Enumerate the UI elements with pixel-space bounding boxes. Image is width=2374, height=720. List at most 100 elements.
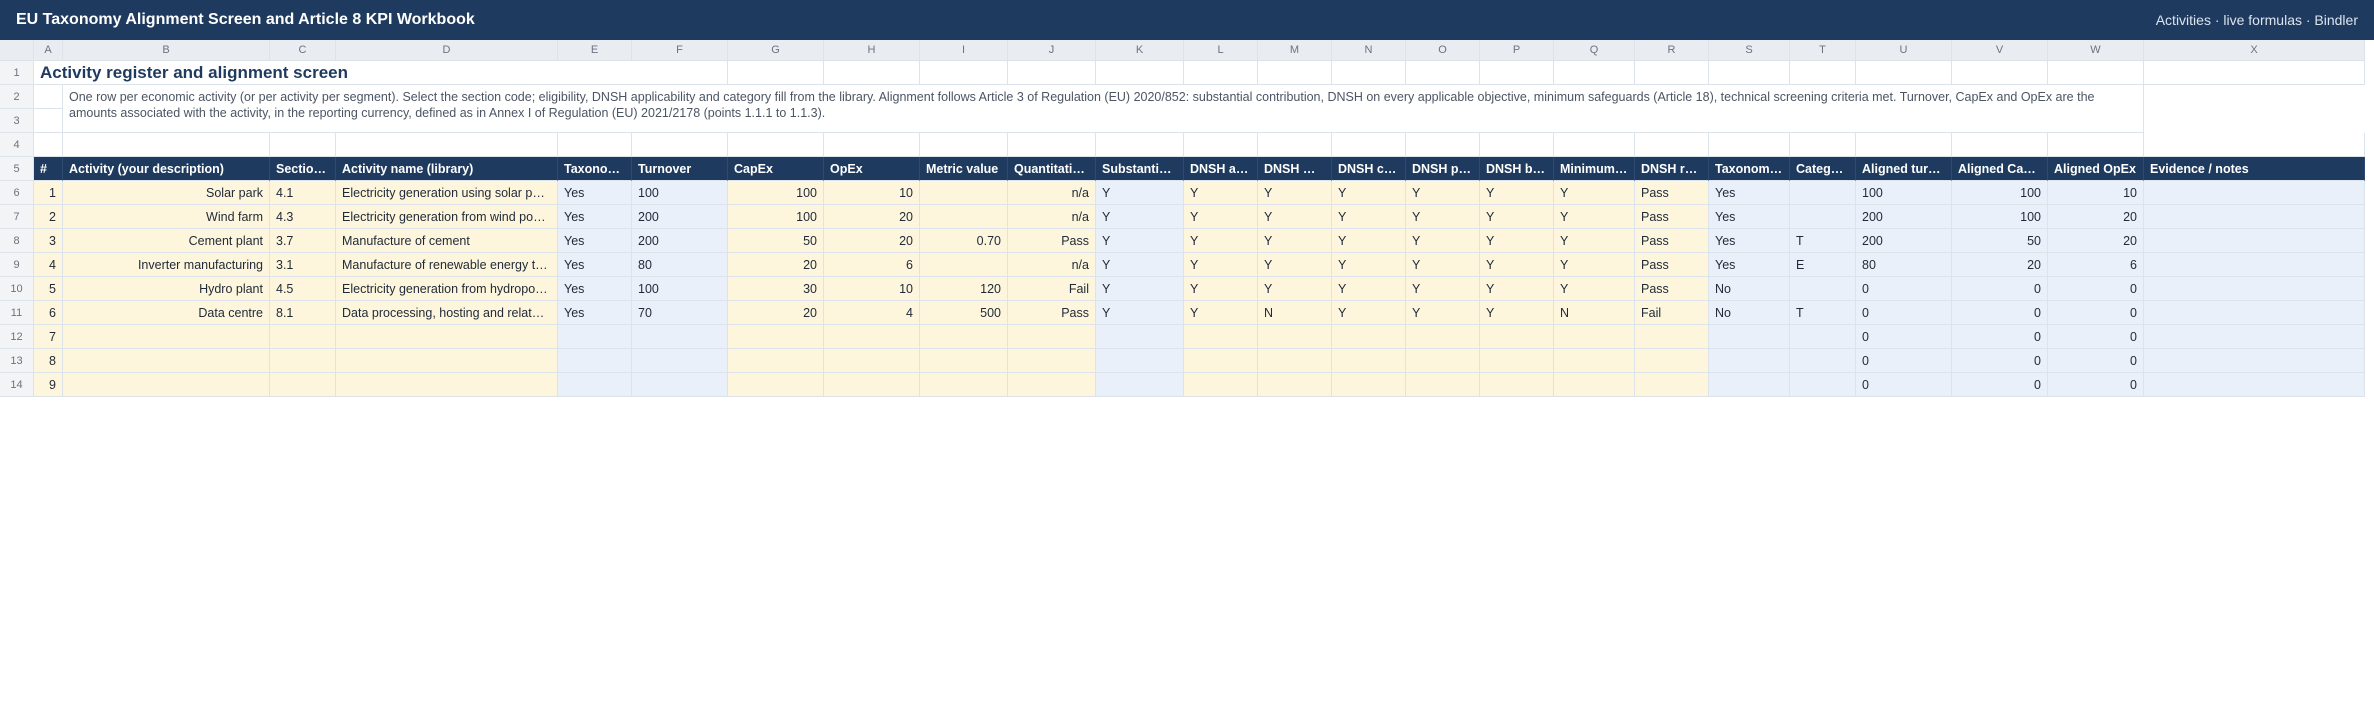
table-cell[interactable] — [920, 205, 1008, 229]
table-cell[interactable] — [824, 373, 920, 397]
table-cell[interactable]: 0 — [1952, 325, 2048, 349]
table-cell[interactable]: 4.1 — [270, 181, 336, 205]
table-cell[interactable] — [1790, 349, 1856, 373]
table-cell[interactable] — [558, 373, 632, 397]
cell[interactable] — [1258, 133, 1332, 157]
table-cell[interactable]: 100 — [1952, 205, 2048, 229]
row-index-cell[interactable]: 3 — [34, 229, 63, 253]
cell[interactable] — [920, 133, 1008, 157]
table-cell[interactable]: Pass — [1635, 229, 1709, 253]
table-cell[interactable]: Y — [1332, 205, 1406, 229]
row-number[interactable]: 6 — [0, 181, 34, 205]
table-cell[interactable]: Pass — [1635, 181, 1709, 205]
table-cell[interactable] — [1008, 373, 1096, 397]
table-cell[interactable]: 4.5 — [270, 277, 336, 301]
table-cell[interactable] — [1008, 325, 1096, 349]
column-header-H[interactable]: H — [824, 40, 920, 61]
cell[interactable] — [1952, 133, 2048, 157]
cell[interactable] — [1258, 61, 1332, 85]
table-cell[interactable]: Y — [1406, 229, 1480, 253]
table-cell[interactable]: 50 — [728, 229, 824, 253]
table-cell[interactable] — [2144, 301, 2365, 325]
spreadsheet-grid[interactable]: A B C D E F G H I J K L M N O P Q R S T U V W X 1 Activity regist… — [0, 40, 2374, 397]
cell[interactable] — [1635, 61, 1709, 85]
row-number[interactable]: 14 — [0, 373, 34, 397]
table-cell[interactable]: 20 — [728, 301, 824, 325]
column-header-L[interactable]: L — [1184, 40, 1258, 61]
table-cell[interactable] — [632, 325, 728, 349]
table-cell[interactable] — [1406, 349, 1480, 373]
table-cell[interactable]: Y — [1258, 205, 1332, 229]
table-cell[interactable]: Pass — [1635, 277, 1709, 301]
table-cell[interactable]: Y — [1332, 301, 1406, 325]
table-cell[interactable]: Y — [1554, 181, 1635, 205]
column-header-V[interactable]: V — [1952, 40, 2048, 61]
table-cell[interactable]: Yes — [558, 277, 632, 301]
table-cell[interactable]: 0 — [1856, 301, 1952, 325]
table-cell[interactable] — [1258, 325, 1332, 349]
cell[interactable] — [34, 133, 63, 157]
table-cell[interactable]: 0 — [2048, 277, 2144, 301]
table-cell[interactable] — [1554, 373, 1635, 397]
cell[interactable] — [824, 61, 920, 85]
table-cell[interactable]: 50 — [1952, 229, 2048, 253]
table-cell[interactable]: 100 — [632, 277, 728, 301]
table-cell[interactable]: No — [1709, 301, 1790, 325]
table-cell[interactable]: 0 — [1856, 349, 1952, 373]
table-cell[interactable] — [558, 349, 632, 373]
cell[interactable] — [1406, 133, 1480, 157]
cell[interactable] — [34, 109, 63, 133]
table-cell[interactable] — [63, 349, 270, 373]
cell[interactable] — [824, 133, 920, 157]
table-cell[interactable]: Y — [1554, 205, 1635, 229]
row-number[interactable]: 1 — [0, 61, 34, 85]
row-index-cell[interactable]: 8 — [34, 349, 63, 373]
table-cell[interactable]: N — [1554, 301, 1635, 325]
cell[interactable] — [336, 133, 558, 157]
table-cell[interactable]: Y — [1258, 253, 1332, 277]
table-cell[interactable]: 20 — [2048, 205, 2144, 229]
table-cell[interactable]: 10 — [2048, 181, 2144, 205]
table-cell[interactable] — [63, 325, 270, 349]
cell[interactable] — [1096, 133, 1184, 157]
cell[interactable] — [1856, 133, 1952, 157]
table-cell[interactable]: Y — [1480, 205, 1554, 229]
table-cell[interactable]: Data processing, hosting and related act… — [336, 301, 558, 325]
table-cell[interactable]: Y — [1406, 277, 1480, 301]
row-number[interactable]: 13 — [0, 349, 34, 373]
table-cell[interactable] — [270, 349, 336, 373]
cell[interactable] — [1480, 133, 1554, 157]
table-cell[interactable] — [1184, 325, 1258, 349]
cell[interactable] — [1008, 133, 1096, 157]
table-cell[interactable] — [270, 325, 336, 349]
table-cell[interactable] — [558, 325, 632, 349]
column-header-S[interactable]: S — [1709, 40, 1790, 61]
table-cell[interactable]: 0 — [2048, 373, 2144, 397]
table-cell[interactable]: Pass — [1635, 205, 1709, 229]
cell[interactable] — [270, 133, 336, 157]
column-header-T[interactable]: T — [1790, 40, 1856, 61]
table-cell[interactable] — [2144, 373, 2365, 397]
table-cell[interactable]: 6 — [2048, 253, 2144, 277]
row-number[interactable]: 8 — [0, 229, 34, 253]
table-cell[interactable]: 500 — [920, 301, 1008, 325]
table-cell[interactable]: 30 — [728, 277, 824, 301]
table-cell[interactable] — [728, 373, 824, 397]
table-cell[interactable] — [2144, 229, 2365, 253]
table-cell[interactable] — [1258, 349, 1332, 373]
cell[interactable] — [2144, 133, 2365, 157]
table-cell[interactable] — [824, 349, 920, 373]
table-cell[interactable] — [1480, 349, 1554, 373]
table-cell[interactable]: 100 — [728, 205, 824, 229]
table-cell[interactable]: 0 — [2048, 349, 2144, 373]
table-cell[interactable] — [1184, 373, 1258, 397]
table-cell[interactable]: 20 — [824, 229, 920, 253]
table-cell[interactable]: 80 — [632, 253, 728, 277]
table-cell[interactable]: Y — [1480, 277, 1554, 301]
table-cell[interactable] — [1008, 349, 1096, 373]
table-cell[interactable]: Y — [1332, 229, 1406, 253]
cell[interactable] — [1635, 133, 1709, 157]
table-cell[interactable]: Y — [1258, 229, 1332, 253]
table-cell[interactable] — [920, 373, 1008, 397]
table-cell[interactable] — [1096, 373, 1184, 397]
